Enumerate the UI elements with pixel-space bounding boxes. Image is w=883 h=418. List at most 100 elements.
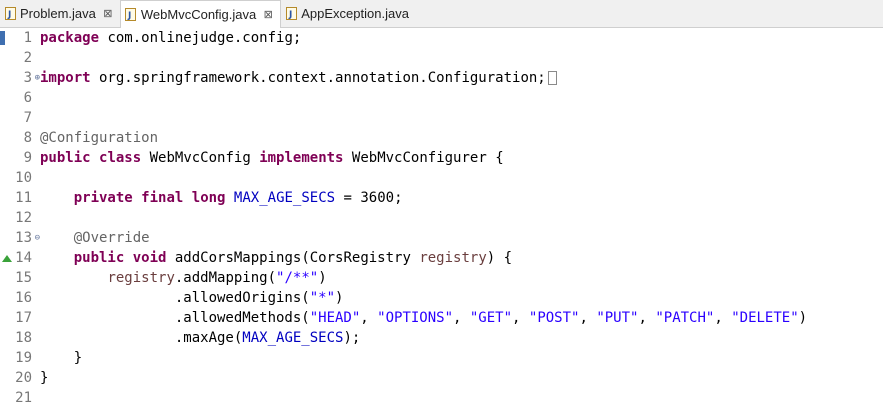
code-token: MAX_AGE_SECS (233, 190, 336, 206)
code-token: MAX_AGE_SECS (242, 330, 344, 346)
line-number: 20 (15, 370, 32, 386)
line-number: 15 (15, 270, 32, 286)
code-token: , (638, 310, 656, 326)
code-line[interactable]: 10 (0, 168, 883, 188)
code-line[interactable]: 8 @Configuration (0, 128, 883, 148)
code-token: , (714, 310, 732, 326)
code-text: } (40, 370, 48, 386)
code-token: } (40, 370, 49, 386)
code-token: "*" (309, 290, 336, 306)
line-number: 11 (15, 190, 32, 206)
code-text: @Override (40, 230, 150, 246)
code-text: } (40, 350, 82, 366)
collapse-fold-icon[interactable]: ⊖ (35, 233, 40, 243)
code-token: .allowedMethods( (40, 310, 310, 326)
code-line[interactable]: 9 public class WebMvcConfig implements We… (0, 148, 883, 168)
line-number: 16 (15, 290, 32, 306)
code-line[interactable]: 11 private final long MAX_AGE_SECS = 360… (0, 188, 883, 208)
code-line[interactable]: 1 package com.onlinejudge.config; (0, 28, 883, 48)
code-token: , (360, 310, 378, 326)
code-line[interactable]: 14 public void addCorsMappings(CorsRegis… (0, 248, 883, 268)
code-text: registry.addMapping("/**") (40, 270, 327, 286)
svg-text:J: J (288, 10, 292, 20)
line-number: 2 (23, 50, 32, 66)
code-line[interactable]: 3 ⊕ import org.springframework.context.ann… (0, 68, 883, 88)
code-token: , (453, 310, 470, 326)
svg-text:J: J (127, 11, 131, 21)
code-line[interactable]: 20} (0, 368, 883, 388)
code-token: import (40, 70, 91, 86)
line-number: 1 (23, 30, 32, 46)
code-text: package com.onlinejudge.config; (40, 30, 301, 46)
code-text: public void addCorsMappings(CorsRegistry… (40, 250, 512, 266)
code-token: public (73, 250, 125, 266)
code-token: "DELETE" (731, 310, 799, 326)
code-token: "POST" (528, 310, 580, 326)
line-number: 3 ⊕ (23, 70, 40, 86)
code-line[interactable]: 7 (0, 108, 883, 128)
editor-tab-bar: J Problem.java ⊠ J WebMvcConfig.java ⊠ J AppExc… (0, 0, 883, 28)
line-number: 21 (15, 390, 32, 406)
code-token: ) (798, 310, 808, 326)
tab-appexception-java[interactable]: J AppException.java (281, 0, 415, 27)
code-token: public (40, 150, 91, 166)
code-token: ) (335, 290, 344, 306)
code-line[interactable]: 16 .allowedOrigins("*") (0, 288, 883, 308)
line-number: 8 (23, 130, 32, 146)
close-tab-icon[interactable]: ⊠ (102, 7, 114, 20)
code-token: addCorsMappings(CorsRegistry (166, 250, 420, 266)
code-token: ) { (486, 250, 513, 266)
line-number: 18 (15, 330, 32, 346)
code-token: @Configuration (40, 130, 159, 146)
code-token: .maxAge( (40, 330, 243, 346)
tab-label: AppException.java (301, 6, 409, 21)
code-token: , (579, 310, 597, 326)
code-line[interactable]: 21 (0, 388, 883, 408)
code-token: org.springframework.context.annotation.C… (90, 70, 546, 86)
code-token: "PATCH" (655, 310, 715, 326)
line-number: 6 (23, 90, 32, 106)
code-token: registry (419, 250, 487, 266)
code-line[interactable]: 13 ⊖ @Override (0, 228, 883, 248)
code-text: public class WebMvcConfig implements Web… (40, 150, 504, 166)
code-line[interactable]: 12 (0, 208, 883, 228)
code-token: long (191, 190, 226, 206)
code-token: = 3600; (335, 190, 403, 206)
override-indicator-icon[interactable] (2, 255, 12, 262)
code-token: "PUT" (596, 310, 639, 326)
line-number: 12 (15, 210, 32, 226)
tab-label: WebMvcConfig.java (140, 7, 257, 22)
code-token: registry (107, 270, 175, 286)
code-token: "/**" (276, 270, 319, 286)
code-token: } (40, 350, 83, 366)
code-line[interactable]: 2 (0, 48, 883, 68)
code-line[interactable]: 15 registry.addMapping("/**") (0, 268, 883, 288)
java-file-icon: J (285, 7, 297, 21)
code-token: , (512, 310, 529, 326)
tab-label: Problem.java (20, 6, 96, 21)
code-line[interactable]: 6 (0, 88, 883, 108)
expand-fold-icon[interactable]: ⊕ (35, 73, 40, 83)
code-token: ); (343, 330, 361, 346)
code-token: ) (318, 270, 327, 286)
code-text: .allowedMethods("HEAD", "OPTIONS", "GET"… (40, 310, 807, 326)
close-tab-icon[interactable]: ⊠ (262, 8, 274, 21)
code-text: private final long MAX_AGE_SECS = 3600; (40, 190, 403, 206)
code-text: .maxAge(MAX_AGE_SECS); (40, 330, 360, 346)
code-line[interactable]: 18 .maxAge(MAX_AGE_SECS); (0, 328, 883, 348)
code-text: @Configuration (40, 130, 158, 146)
svg-text:J: J (7, 10, 11, 20)
tab-webmvcconfig-java[interactable]: J WebMvcConfig.java ⊠ (119, 0, 282, 28)
code-token: @Override (73, 230, 150, 246)
code-line[interactable]: 19 } (0, 348, 883, 368)
tab-problem-java[interactable]: J Problem.java ⊠ (0, 0, 120, 27)
folded-code-marker-icon[interactable] (547, 71, 557, 85)
code-token: private (73, 190, 133, 206)
code-line[interactable]: 17 .allowedMethods("HEAD", "OPTIONS", "G… (0, 308, 883, 328)
code-editor[interactable]: 1 package com.onlinejudge.config; 2 3 ⊕ impor… (0, 28, 883, 418)
